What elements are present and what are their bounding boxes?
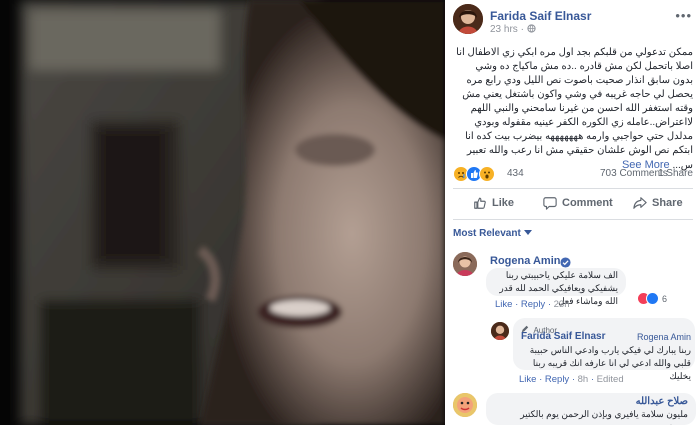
reply-time[interactable]: 8h — [578, 374, 589, 385]
comment-actions: Like · Reply · 23h — [495, 299, 570, 310]
post-header: Farida Saif Elnasr 23 hrs · ••• — [445, 0, 700, 36]
like-button[interactable]: Like — [473, 196, 514, 210]
share-label: Share — [652, 197, 683, 209]
more-options-icon[interactable]: ••• — [675, 8, 692, 23]
comment-reaction-count: 6 — [662, 293, 668, 304]
divider — [453, 188, 693, 189]
comment-button[interactable]: Comment — [543, 196, 613, 210]
commenter-avatar[interactable] — [453, 252, 477, 276]
comment-bubble: صلاح عبدالله مليون سلامة يافيري وبإذن ال… — [486, 393, 696, 425]
commenter-avatar-image — [453, 252, 477, 276]
reply-text: Rogena Amin — [519, 331, 691, 344]
reactions-summary: 434 703 Comments 1 Share — [453, 166, 693, 184]
share-icon — [633, 197, 647, 209]
comment-reply-link[interactable]: Reply — [521, 299, 545, 310]
share-button[interactable]: Share — [633, 196, 683, 210]
like-label: Like — [492, 197, 515, 209]
post-timestamp[interactable]: 23 hrs · — [490, 24, 536, 35]
wow-reaction-icon — [479, 166, 495, 182]
comment-bubble: الف سلامة عليكي ياحبيبتي ربنا يشفيكي ويع… — [486, 268, 626, 306]
post-author-name[interactable]: Farida Saif Elnasr — [490, 9, 591, 23]
reply-mention[interactable]: Rogena Amin — [637, 332, 691, 342]
post-body-text: ممكن تدعولي من قلبكم بجد اول مره ابكي زي… — [456, 47, 693, 171]
commenter-name[interactable]: Rogena Amin — [490, 255, 561, 267]
comment-text: مليون سلامة يافيري وبإذن الرحمن يوم بالك… — [520, 409, 688, 425]
chevron-down-icon — [523, 228, 532, 239]
reply-item: Author Farida Saif Elnasr Rogena Amin رب… — [487, 318, 698, 388]
author-avatar-image — [453, 4, 483, 34]
reactions-count[interactable]: 434 — [507, 168, 524, 179]
comment-reactions[interactable]: 6 — [637, 292, 667, 305]
reply-like-link[interactable]: Like — [519, 374, 536, 385]
reaction-icons[interactable] — [453, 166, 495, 182]
commenter-name[interactable]: صلاح عبدالله — [636, 396, 688, 407]
selfie-image — [0, 0, 445, 425]
reply-author-avatar[interactable] — [491, 322, 509, 340]
divider — [453, 219, 693, 220]
author-avatar[interactable] — [453, 4, 483, 34]
post-actions: Like Comment Share — [453, 192, 693, 216]
reply-author-avatar-image — [491, 322, 509, 340]
comment-like-link[interactable]: Like — [495, 299, 512, 310]
comment-author-line: صلاح عبدالله — [486, 393, 696, 408]
post-time[interactable]: 23 hrs — [490, 24, 518, 35]
globe-icon: · — [521, 24, 536, 35]
shares-count[interactable]: 1 Share — [658, 168, 693, 179]
reply-bubble: Author Farida Saif Elnasr Rogena Amin رب… — [513, 318, 695, 381]
commenter-avatar[interactable] — [453, 393, 477, 417]
thumbs-up-icon — [474, 197, 486, 209]
comment-label: Comment — [562, 197, 613, 209]
commenter-avatar-image — [453, 393, 477, 417]
sort-comments-dropdown[interactable]: Most Relevant — [453, 228, 532, 239]
comment-icon — [543, 197, 557, 210]
comment-item: Rogena Amin الف سلامة عليكي ياحبيبتي ربن… — [453, 248, 698, 310]
comment-time[interactable]: 23h — [554, 299, 570, 310]
comment-item: صلاح عبدالله مليون سلامة يافيري وبإذن ال… — [453, 393, 698, 425]
reply-actions: Like · Reply · 8h · Edited — [519, 374, 624, 385]
reply-edited[interactable]: Edited — [597, 374, 624, 385]
post-panel: Farida Saif Elnasr 23 hrs · ••• ممكن تدع… — [445, 0, 700, 425]
sort-label: Most Relevant — [453, 228, 521, 239]
post-photo[interactable] — [0, 0, 445, 425]
like-reaction-icon — [646, 292, 659, 305]
post-body: ممكن تدعولي من قلبكم بجد اول مره ابكي زي… — [453, 46, 693, 173]
reply-reply-link[interactable]: Reply — [545, 374, 569, 385]
